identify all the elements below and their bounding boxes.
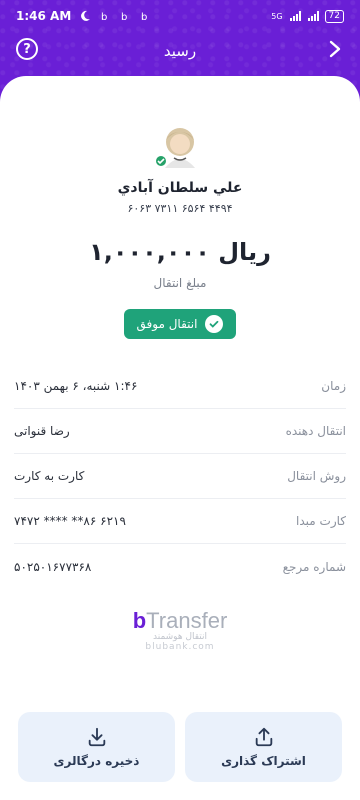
status-bar-left: 1:46 AM b b b (16, 9, 151, 23)
moon-icon (81, 10, 91, 21)
detail-row-source-card: ۶۲۱۹ ۸۶** **** ۷۴۷۲ کارت مبدا (14, 499, 346, 544)
signal-icon (289, 11, 301, 21)
detail-value: ۶۲۱۹ ۸۶** **** ۷۴۷۲ (14, 514, 126, 528)
detail-label: انتقال دهنده (285, 424, 346, 438)
svg-text:b: b (101, 12, 107, 22)
share-icon (255, 727, 272, 747)
svg-text:b: b (141, 12, 147, 22)
status-bar-right: 5G 72 (271, 9, 344, 23)
brand-logo-b: b (132, 608, 147, 633)
download-icon (88, 727, 105, 747)
network-type: 5G (271, 11, 283, 21)
chevron-right-icon (329, 40, 341, 58)
save-button-label: ذخیره درگالری (53, 754, 140, 768)
notification-icon: b (141, 12, 147, 22)
status-bar: 1:46 AM b b b 5G 72 (0, 0, 360, 32)
recipient-card-number: ۶۰۶۳ ۷۳۱۱ ۶۵۶۴ ۴۴۹۴ (127, 202, 233, 215)
transfer-amount-label: مبلغ انتقال (153, 276, 207, 290)
detail-value: ۵۰۲۵۰۱۶۷۷۳۶۸ (14, 559, 92, 574)
battery-icon: 72 (324, 9, 344, 23)
recipient-name: علي سلطان آبادي (117, 180, 243, 196)
detail-row-reference: ۵۰۲۵۰۱۶۷۷۳۶۸ شماره مرجع (14, 544, 346, 589)
brand-logo: bTransfer انتقال هوشمند blubank.com (0, 608, 360, 652)
notification-icon: b (101, 12, 107, 22)
verified-badge (154, 154, 168, 168)
detail-value: ۱:۴۶ شنبه، ۶ بهمن ۱۴۰۳ (14, 379, 138, 393)
detail-label: شماره مرجع (282, 559, 346, 574)
detail-label: روش انتقال (287, 469, 346, 483)
help-button[interactable]: ? (16, 38, 38, 60)
share-button-label: اشتراک گذاری (221, 754, 306, 768)
check-icon (157, 158, 165, 165)
page-title: رسید (163, 42, 197, 60)
status-badge: انتقال موفق (124, 309, 236, 339)
check-circle-icon (205, 315, 224, 333)
action-bar: ذخیره درگالری اشتراک گذاری (0, 712, 360, 784)
detail-row-method: کارت به کارت روش انتقال (14, 454, 346, 499)
status-label: انتقال موفق (136, 317, 198, 331)
brand-logo-word: Transfer (146, 608, 228, 633)
share-button[interactable]: اشتراک گذاری (185, 712, 342, 782)
status-time: 1:46 AM (16, 9, 72, 23)
back-button[interactable] (324, 38, 346, 60)
save-to-gallery-button[interactable]: ذخیره درگالری (18, 712, 175, 782)
detail-row-time: ۱:۴۶ شنبه، ۶ بهمن ۱۴۰۳ زمان (14, 364, 346, 409)
header: ? رسید (0, 32, 360, 70)
detail-value: رضا قنواتی (14, 424, 70, 438)
brand-tagline: انتقال هوشمند (153, 632, 207, 642)
transfer-amount: ۱,۰۰۰,۰۰۰ ریال (89, 238, 271, 266)
details-list: ۱:۴۶ شنبه، ۶ بهمن ۱۴۰۳ زمان رضا قنواتی ا… (0, 364, 360, 589)
notification-icon: b (121, 12, 127, 22)
detail-row-sender: رضا قنواتی انتقال دهنده (14, 409, 346, 454)
brand-url: blubank.com (145, 642, 215, 652)
detail-value: کارت به کارت (14, 469, 85, 483)
brand-logo-text: bTransfer (0, 608, 360, 634)
detail-label: کارت مبدا (296, 514, 346, 528)
signal-icon (307, 11, 319, 21)
svg-text:b: b (121, 12, 127, 22)
detail-label: زمان (321, 379, 346, 393)
